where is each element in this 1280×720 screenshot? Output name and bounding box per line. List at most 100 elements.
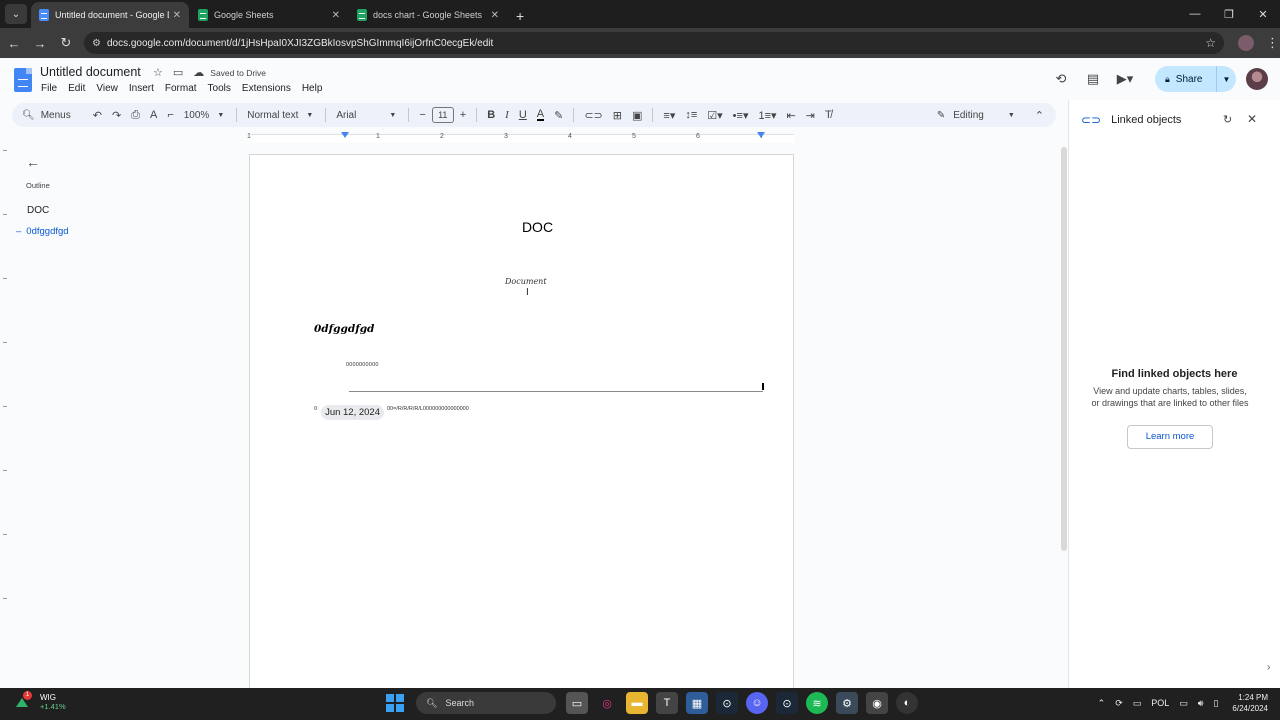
stock-widget[interactable]: 1 WIG +1.41%	[16, 691, 66, 711]
teams-icon[interactable]: T	[656, 692, 678, 714]
cloud-saved-icon[interactable]: ☁	[193, 66, 204, 79]
redo-icon[interactable]: ↷	[112, 109, 121, 122]
minimize-icon[interactable]: —	[1178, 8, 1212, 20]
file-explorer-icon[interactable]: ▬	[626, 692, 648, 714]
search-menus[interactable]: 🔍︎ Menus	[22, 110, 71, 121]
version-history-icon[interactable]: ⟲	[1049, 71, 1073, 87]
account-avatar[interactable]	[1246, 68, 1268, 90]
close-outline-arrow-icon[interactable]: ←	[26, 154, 40, 170]
forward-icon[interactable]: →	[28, 36, 52, 51]
steam-icon[interactable]: ⊙	[716, 692, 738, 714]
obs-icon[interactable]: ◐	[896, 692, 918, 714]
increase-font-size-icon[interactable]: +	[460, 109, 466, 121]
refresh-icon[interactable]: ↻	[1223, 113, 1232, 126]
font-select[interactable]: Arial ▼	[336, 110, 396, 121]
vertical-scrollbar[interactable]	[1061, 147, 1067, 551]
bold-icon[interactable]: B	[487, 109, 495, 121]
menu-file[interactable]: File	[41, 83, 57, 94]
new-tab-plus-icon[interactable]: +	[516, 8, 524, 24]
learn-more-button[interactable]: Learn more	[1127, 425, 1213, 449]
spellcheck-icon[interactable]: A	[150, 109, 157, 121]
decrease-font-size-icon[interactable]: −	[419, 109, 425, 121]
reload-icon[interactable]: ↻	[54, 35, 78, 51]
network-icon[interactable]: ▭	[1179, 698, 1188, 709]
print-icon[interactable]: ⎙	[131, 109, 140, 122]
menu-extensions[interactable]: Extensions	[242, 83, 291, 94]
share-button[interactable]: 🔒︎ Share ▼	[1155, 66, 1236, 92]
style-select[interactable]: Normal text ▼	[247, 110, 313, 121]
move-folder-icon[interactable]: ▭	[173, 66, 183, 79]
monitor-icon[interactable]: ▭	[1133, 698, 1142, 709]
font-size-input[interactable]: 11	[431, 107, 454, 123]
tab-untitled-document[interactable]: Untitled document - Google Do ✕	[31, 2, 189, 28]
expand-side-panel-icon[interactable]: ›	[1267, 662, 1270, 673]
app-circle-icon[interactable]: ◎	[596, 692, 618, 714]
document-title[interactable]: Untitled document	[40, 65, 141, 79]
close-icon[interactable]: ✕	[173, 10, 181, 21]
clear-formatting-icon[interactable]: T̸	[825, 109, 832, 121]
highlight-icon[interactable]: ✎	[554, 109, 563, 122]
line-spacing-icon[interactable]: ↕≡	[685, 109, 697, 121]
horizontal-ruler[interactable]: 1 1 2 3 4 5 6 7	[0, 131, 1062, 145]
right-indent-marker[interactable]	[757, 132, 765, 138]
vertical-ruler[interactable]	[0, 150, 10, 688]
numbered-list-icon[interactable]: 1≡▾	[758, 109, 776, 122]
close-icon[interactable]: ✕	[332, 10, 340, 21]
menu-insert[interactable]: Insert	[129, 83, 154, 94]
align-icon[interactable]: ≡▾	[663, 109, 675, 122]
collapse-menus-icon[interactable]: ⌃	[1035, 109, 1044, 122]
spotify-icon[interactable]: ≋	[806, 692, 828, 714]
meet-video-icon[interactable]: ▶▾	[1113, 71, 1137, 87]
tray-app-icon[interactable]: ⟳	[1115, 698, 1123, 709]
menu-format[interactable]: Format	[165, 83, 197, 94]
add-comment-icon[interactable]: ⊞	[613, 109, 622, 122]
left-indent-marker[interactable]	[341, 132, 349, 138]
restore-icon[interactable]: ❐	[1212, 8, 1246, 21]
document-page[interactable]: DOC Document I 0dfggdfgd 0000000000 0 Ju…	[249, 154, 794, 694]
insert-link-icon[interactable]: ⊂⊃	[584, 109, 602, 122]
chevron-down-icon[interactable]: ▼	[1222, 75, 1230, 84]
browser-menu-icon[interactable]: ⋮	[1266, 35, 1279, 51]
tray-overflow-chevron-icon[interactable]: ⌃	[1098, 698, 1106, 709]
increase-indent-icon[interactable]: ⇥	[806, 109, 815, 122]
close-icon[interactable]: ✕	[491, 10, 499, 21]
store-icon[interactable]: ▦	[686, 692, 708, 714]
steam-icon-2[interactable]: ⊙	[776, 692, 798, 714]
decrease-indent-icon[interactable]: ⇤	[787, 109, 796, 122]
tab-docs-chart[interactable]: docs chart - Google Sheets ✕	[349, 2, 507, 28]
menu-edit[interactable]: Edit	[68, 83, 85, 94]
date-smart-chip[interactable]: Jun 12, 2024	[321, 405, 384, 420]
checklist-icon[interactable]: ☑▾	[707, 109, 722, 122]
comments-icon[interactable]: ▤	[1081, 71, 1105, 87]
task-view-icon[interactable]: ▭	[566, 692, 588, 714]
system-clock[interactable]: 1:24 PM 6/24/2024	[1232, 692, 1268, 714]
tab-google-sheets[interactable]: Google Sheets ✕	[190, 2, 348, 28]
start-windows-icon[interactable]	[384, 692, 406, 714]
profile-avatar[interactable]	[1238, 35, 1254, 51]
back-icon[interactable]: ←	[2, 36, 26, 51]
url-omnibox[interactable]: ⚙ docs.google.com/document/d/1jHsHpaI0XJ…	[84, 32, 1224, 54]
outline-item-active[interactable]: –0dfggdfgd	[16, 226, 69, 237]
insert-image-icon[interactable]: ▣	[632, 109, 642, 122]
italic-icon[interactable]: I	[505, 109, 509, 121]
bulleted-list-icon[interactable]: •≡▾	[733, 109, 749, 122]
close-icon[interactable]: ✕	[1247, 112, 1257, 126]
zoom-select[interactable]: 100% ▼	[184, 110, 225, 121]
window-close-icon[interactable]: ✕	[1246, 8, 1280, 21]
underline-icon[interactable]: U	[519, 109, 527, 121]
bookmark-star-icon[interactable]: ☆	[1205, 36, 1216, 50]
taskbar-search[interactable]: 🔍︎ Search	[416, 692, 556, 714]
settings-gear-icon[interactable]: ⚙	[836, 692, 858, 714]
menu-view[interactable]: View	[96, 83, 118, 94]
menu-help[interactable]: Help	[302, 83, 323, 94]
site-info-icon[interactable]: ⚙	[92, 38, 101, 49]
discord-icon[interactable]: ☺	[746, 692, 768, 714]
menu-tools[interactable]: Tools	[208, 83, 231, 94]
star-icon[interactable]: ☆	[153, 66, 163, 79]
paint-format-icon[interactable]: ⌐	[167, 109, 173, 121]
text-color-icon[interactable]: A	[536, 109, 545, 121]
battery-icon[interactable]: ▯	[1213, 698, 1218, 709]
chrome-icon[interactable]: ◉	[866, 692, 888, 714]
undo-icon[interactable]: ↶	[93, 109, 102, 122]
outline-item-doc[interactable]: DOC	[27, 205, 49, 216]
